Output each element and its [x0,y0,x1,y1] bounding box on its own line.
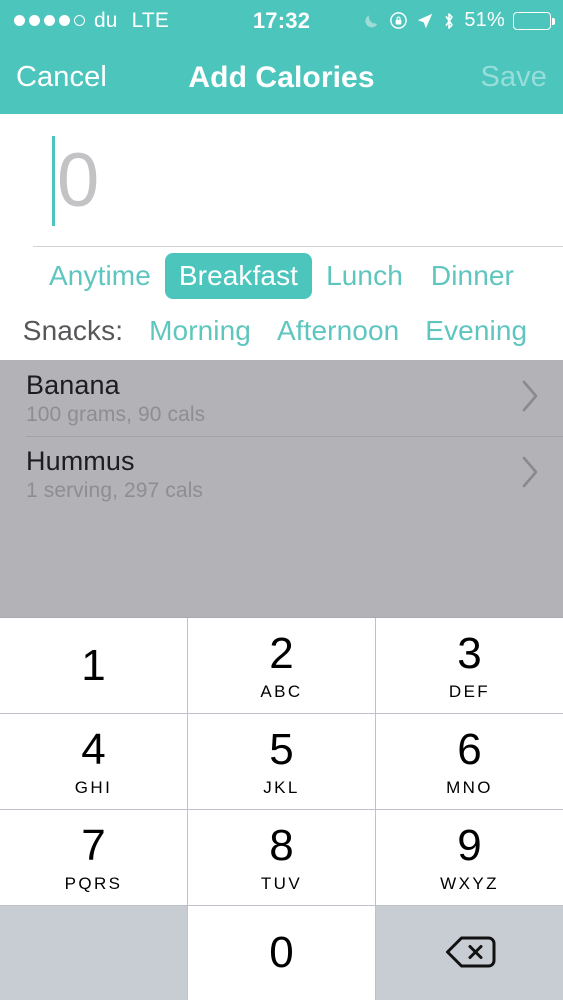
key-digit: 3 [457,628,482,678]
key-6[interactable]: 6 MNO [376,714,563,810]
food-row-texts: Hummus 1 serving, 297 cals [26,445,519,502]
snack-selector: Snacks: Morning Afternoon Evening [0,305,563,360]
moon-icon [362,11,381,30]
key-letters: WXYZ [440,873,499,893]
status-bar-left: du LTE [14,9,169,33]
battery-percentage-label: 51% [464,9,505,31]
navigation-bar: Cancel Add Calories Save [0,41,563,114]
save-button[interactable]: Save [481,61,548,94]
status-bar-right: 51% [362,9,555,32]
calorie-input-placeholder: 0 [57,137,100,223]
table-row[interactable]: Banana 100 grams, 90 cals [0,360,563,436]
key-letters: TUV [260,873,303,893]
key-digit: 7 [81,820,106,870]
keypad-row: 4 GHI 5 JKL 6 MNO [0,714,563,810]
key-1[interactable]: 1 [0,618,188,714]
table-row[interactable]: Hummus 1 serving, 297 cals [0,436,563,512]
food-detail: 100 grams, 90 cals [26,402,206,426]
keypad-row: 1 2 ABC 3 DEF [0,618,563,714]
key-digit: 2 [269,628,294,678]
key-4[interactable]: 4 GHI [0,714,188,810]
key-7[interactable]: 7 PQRS [0,810,188,906]
cancel-button[interactable]: Cancel [16,61,107,94]
app-screen: du LTE 17:32 51% Cancel Add Calories Sav… [0,0,563,1000]
key-0[interactable]: 0 [188,906,376,1000]
key-9[interactable]: 9 WXYZ [376,810,563,906]
calorie-input-area[interactable]: 0 [0,114,563,247]
snacks-label: Snacks: [22,314,124,346]
key-2[interactable]: 2 ABC [188,618,376,714]
signal-strength-icon [14,15,85,26]
location-arrow-icon [416,12,434,30]
key-letters: DEF [448,681,491,701]
key-digit: 8 [269,820,294,870]
keypad-row: 0 [0,906,563,1000]
meal-chip-lunch[interactable]: Lunch [312,253,417,299]
food-list: Banana 100 grams, 90 cals Hummus 1 servi… [0,360,563,617]
snack-chip-afternoon[interactable]: Afternoon [264,311,412,351]
food-detail: 1 serving, 297 cals [26,478,203,502]
key-digit: 4 [81,724,106,774]
meal-chip-dinner[interactable]: Dinner [417,253,528,299]
key-digit: 6 [457,724,482,774]
calorie-input-field[interactable]: 0 [52,135,100,226]
food-name: Hummus [26,445,135,476]
key-letters: JKL [263,777,300,797]
meal-chip-anytime[interactable]: Anytime [35,253,165,299]
network-type-label: LTE [131,8,170,32]
status-bar: du LTE 17:32 51% [0,0,563,41]
key-letters: PQRS [64,873,123,893]
meal-chip-breakfast[interactable]: Breakfast [164,253,313,299]
rotation-lock-icon [389,11,408,30]
key-digit: 9 [457,820,482,870]
carrier-label: du [94,8,118,32]
key-digit: 0 [269,928,294,977]
food-name: Banana [26,369,120,400]
meal-type-selector: Anytime Breakfast Lunch Dinner [0,247,563,305]
numeric-keypad: 1 2 ABC 3 DEF 4 GHI 5 JKL 6 MNO 7 PQRS 8… [0,617,563,1000]
key-5[interactable]: 5 JKL [188,714,376,810]
key-8[interactable]: 8 TUV [188,810,376,906]
key-letters: ABC [260,681,303,701]
key-blank [0,906,188,1000]
key-3[interactable]: 3 DEF [376,618,563,714]
battery-icon [513,11,555,30]
key-letters: MNO [446,777,493,797]
chevron-right-icon [519,454,541,495]
key-digit: 5 [269,724,294,774]
key-digit: 1 [81,640,106,690]
snack-chip-morning[interactable]: Morning [136,311,264,351]
input-divider [33,246,563,247]
key-backspace[interactable] [376,906,563,1000]
backspace-icon [444,934,496,973]
text-caret [52,135,55,226]
food-row-texts: Banana 100 grams, 90 cals [26,369,519,426]
bluetooth-icon [442,11,456,31]
chevron-right-icon [519,378,541,419]
keypad-row: 7 PQRS 8 TUV 9 WXYZ [0,810,563,906]
snack-chip-evening[interactable]: Evening [412,311,540,351]
key-letters: GHI [74,777,113,797]
